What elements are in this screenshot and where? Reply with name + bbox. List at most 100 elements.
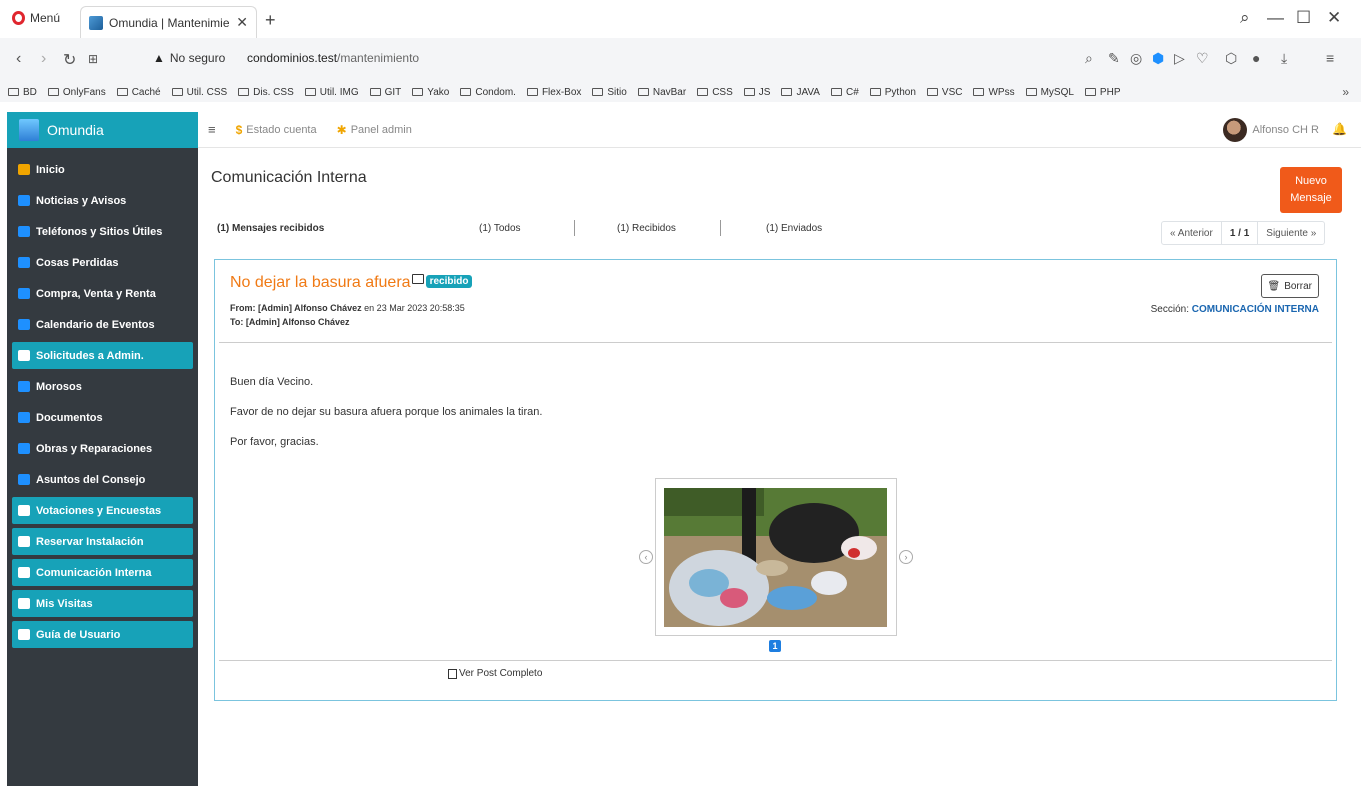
sidebar-item[interactable]: Compra, Venta y Renta — [12, 280, 193, 307]
bookmark-label: Yako — [427, 86, 450, 98]
folder-icon — [369, 88, 381, 96]
carousel-prev-icon[interactable]: ‹ — [639, 550, 653, 564]
bookmark-item[interactable]: BD — [8, 87, 37, 98]
brand[interactable]: Omundia — [7, 112, 198, 148]
filter-received[interactable]: (1) Recibidos — [617, 223, 676, 234]
vpn-shield-icon[interactable]: ⬢ — [1152, 50, 1164, 67]
url-field[interactable]: condominios.test/mantenimiento — [247, 51, 419, 65]
sidebar-item[interactable]: Cosas Perdidas — [12, 249, 193, 276]
heart-icon[interactable]: ♡ — [1196, 50, 1209, 67]
carousel-next-icon[interactable]: › — [899, 550, 913, 564]
app-window: Omundia Inicio Noticias y Avisos Teléfonos… — [7, 112, 1361, 786]
carousel-indicator[interactable]: 1 — [769, 640, 781, 652]
easy-setup-icon[interactable]: ≡ — [1326, 50, 1334, 66]
envelope-icon — [411, 274, 424, 284]
bell-icon[interactable]: 🔔 — [1332, 122, 1347, 136]
section-value[interactable]: COMUNICACIÓN INTERNA — [1192, 304, 1319, 315]
sidebar-item[interactable]: Votaciones y Encuestas — [12, 497, 193, 524]
browser-tab[interactable]: Omundia | Mantenimiento ✕ — [80, 6, 257, 38]
sidebar-item[interactable]: Morosos — [12, 373, 193, 400]
bookmark-label: JAVA — [796, 86, 820, 98]
browser-menu-button[interactable]: Menú — [12, 11, 60, 25]
back-icon[interactable]: ‹ — [16, 50, 21, 68]
search-icon[interactable]: ⌕ — [1085, 50, 1093, 67]
snapshot-icon[interactable]: ✎ — [1108, 50, 1120, 67]
bookmark-item[interactable]: Python — [869, 87, 916, 98]
sidebar-item[interactable]: Calendario de Eventos — [12, 311, 193, 338]
sidebar-item[interactable]: Solicitudes a Admin. — [12, 342, 193, 369]
divider — [219, 660, 1332, 661]
bookmark-item[interactable]: GIT — [369, 87, 401, 98]
bookmark-item[interactable]: Caché — [116, 86, 161, 98]
forward-icon[interactable]: › — [41, 50, 46, 68]
bookmark-item[interactable]: Sitio — [592, 87, 627, 98]
speed-dial-icon[interactable]: ⊞ — [88, 52, 98, 66]
bookmark-label: NavBar — [652, 86, 687, 98]
panel-admin-link[interactable]: ✱ Panel admin — [337, 123, 412, 137]
tab-favicon-icon — [89, 15, 103, 30]
bookmark-item[interactable]: JAVA — [781, 87, 820, 98]
new-message-button[interactable]: Nuevo Mensaje — [1280, 167, 1342, 213]
filter-all[interactable]: (1) Todos — [479, 223, 521, 234]
lost-items-icon — [18, 257, 30, 268]
security-indicator[interactable]: ▲ No seguro — [153, 51, 225, 65]
sidebar-item[interactable]: Mis Visitas — [12, 590, 193, 617]
bookmark-item[interactable]: Flex-Box — [526, 87, 581, 98]
sidebar-item[interactable]: Noticias y Avisos — [12, 187, 193, 214]
bookmark-item[interactable]: Dis. CSS — [238, 87, 294, 98]
bookmark-item[interactable]: C# — [830, 87, 859, 98]
bookmark-item[interactable]: Util. IMG — [304, 86, 359, 98]
trash-bags-photo[interactable] — [664, 488, 887, 627]
view-full-post-label: Ver Post Completo — [459, 668, 543, 679]
minimize-button[interactable]: — — [1267, 8, 1284, 28]
bookmark-item[interactable]: CSS — [697, 87, 733, 98]
brand-name: Omundia — [47, 122, 104, 138]
filter-sent[interactable]: (1) Enviados — [766, 223, 822, 234]
estado-cuenta-link[interactable]: $ Estado cuenta — [236, 123, 317, 137]
bookmark-item[interactable]: Util. CSS — [171, 87, 227, 98]
browser-tabbar: Menú Omundia | Mantenimiento ✕ + ⌕ — ☐ ✕ — [0, 0, 1361, 38]
hamburger-menu-icon[interactable]: ≡ — [208, 122, 216, 137]
section-label: Sección: — [1150, 304, 1192, 315]
bookmark-label: Caché — [131, 86, 161, 98]
bookmark-label: BD — [23, 86, 37, 98]
message-title[interactable]: No dejar la basura afuera — [230, 274, 411, 291]
bookmark-item[interactable]: JS — [743, 86, 771, 98]
send-icon[interactable]: ▷ — [1174, 50, 1185, 67]
bookmark-item[interactable]: WPss — [973, 87, 1015, 98]
extensions-cube-icon[interactable]: ⬡ — [1225, 50, 1237, 67]
bookmark-item[interactable]: Condom. — [460, 87, 516, 98]
sidebar-item[interactable]: Documentos — [12, 404, 193, 431]
bookmark-item[interactable]: Yako — [412, 87, 449, 98]
bookmarks-more-icon[interactable]: » — [1342, 85, 1349, 99]
delete-button[interactable]: 🗑 Borrar — [1260, 274, 1319, 298]
sidebar-item[interactable]: Guía de Usuario — [12, 621, 193, 648]
sidebar-item[interactable]: Comunicación Interna — [12, 559, 193, 586]
bookmark-label: Util. IMG — [319, 86, 359, 98]
search-tabs-icon[interactable]: ⌕ — [1240, 8, 1250, 28]
bookmark-item[interactable]: NavBar — [637, 86, 687, 98]
maximize-button[interactable]: ☐ — [1296, 8, 1311, 28]
sidebar-item[interactable]: Obras y Reparaciones — [12, 435, 193, 462]
close-window-button[interactable]: ✕ — [1327, 8, 1341, 28]
bookmark-item[interactable]: PHP — [1084, 87, 1120, 98]
bookmark-item[interactable]: MySQL — [1025, 87, 1074, 98]
sidebar-item[interactable]: Inicio — [12, 156, 193, 183]
download-icon[interactable]: ⤓ — [1281, 50, 1287, 67]
bookmark-item[interactable]: OnlyFans — [47, 87, 106, 98]
new-tab-button[interactable]: + — [265, 10, 276, 31]
tab-close-icon[interactable]: ✕ — [236, 14, 248, 31]
reload-icon[interactable]: ↻ — [63, 50, 76, 70]
user-menu[interactable]: Alfonso CH R — [1223, 118, 1319, 142]
bookmark-item[interactable]: VSC — [926, 87, 962, 98]
sidebar-item[interactable]: Reservar Instalación — [12, 528, 193, 555]
pager-prev[interactable]: « Anterior — [1162, 222, 1222, 244]
sidebar-item[interactable]: Teléfonos y Sitios Útiles — [12, 218, 193, 245]
pager-next[interactable]: Siguiente » — [1258, 222, 1324, 244]
filter-received-messages[interactable]: (1) Mensajes recibidos — [217, 223, 324, 234]
view-full-post-link[interactable]: Ver Post Completo — [448, 668, 542, 679]
camera-icon[interactable]: ◎ — [1130, 50, 1142, 67]
profile-icon[interactable]: ● — [1252, 50, 1260, 66]
sidebar-item[interactable]: Asuntos del Consejo — [12, 466, 193, 493]
bookmark-label: JS — [758, 86, 771, 98]
